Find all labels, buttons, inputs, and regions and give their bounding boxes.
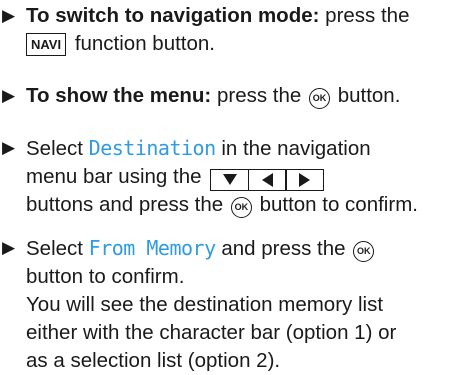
step-text: and press the [215,237,346,260]
step-line: Select From Memory and press the OK [26,234,472,263]
step-body: Select Destination in the navigation men… [26,134,472,219]
step-text: press the [319,4,410,27]
step-select-destination: ▶ Select Destination in the navigation m… [0,134,472,219]
step-show-menu: ▶ To show the menu: press the OK button. [0,82,472,110]
step-text: button to confirm. [259,193,418,216]
step-text: buttons and press the [26,193,224,216]
step-text: function button. [74,32,215,55]
ok-button-icon: OK [230,197,252,218]
step-text: in the navigation [215,137,371,160]
menu-term: Destination [88,136,216,160]
step-text: You will see the destination memory list [26,293,384,316]
step-text: Select [26,137,89,160]
bullet-arrow-icon: ▶ [2,86,16,105]
menu-term: From Memory [88,236,216,260]
bullet-arrow-icon: ▶ [2,6,16,25]
right-triangle-icon [285,168,325,191]
navi-key: NAVI [26,33,67,56]
step-line: buttons and press the OK button to confi… [26,191,472,219]
bullet-arrow-icon: ▶ [2,238,16,257]
instruction-page: ▶ To switch to navigation mode: press th… [0,0,472,374]
ok-button-icon: OK [309,88,330,109]
step-select-memory: ▶ Select From Memory and press the OK bu… [0,234,472,375]
step-line: as a selection list (option 2). [26,347,472,375]
bullet-arrow-icon: ▶ [2,138,16,157]
step-line: NAVI function button. [26,30,472,58]
step-line: You will see the destination memory list [26,291,472,319]
step-line: To switch to navigation mode: press the [26,2,472,30]
step-text: button. [337,84,401,107]
ok-button-icon: OK [353,241,375,262]
step-lead: To switch to navigation mode: [26,4,320,27]
step-text: as a selection list (option 2). [26,349,281,372]
step-text: button to confirm. [26,265,185,288]
step-line: either with the character bar (option 1)… [26,319,472,347]
step-text: menu bar using the [26,165,202,188]
step-text: press the [211,84,302,107]
step-lead: To show the menu: [26,84,212,107]
step-switch-navigation: ▶ To switch to navigation mode: press th… [0,2,472,58]
step-body: To switch to navigation mode: press the … [26,2,472,58]
step-text: either with the character bar (option 1)… [26,321,397,344]
step-body: Select From Memory and press the OK butt… [26,234,472,375]
left-triangle-icon [247,168,287,191]
step-line: To show the menu: press the OK button. [26,82,472,110]
down-triangle-icon [210,168,250,191]
step-line: menu bar using the [26,163,472,191]
step-line: Select Destination in the navigation [26,134,472,163]
step-body: To show the menu: press the OK button. [26,82,472,110]
direction-keys [210,168,325,191]
step-text: Select [26,237,89,260]
step-line: button to confirm. [26,263,472,291]
